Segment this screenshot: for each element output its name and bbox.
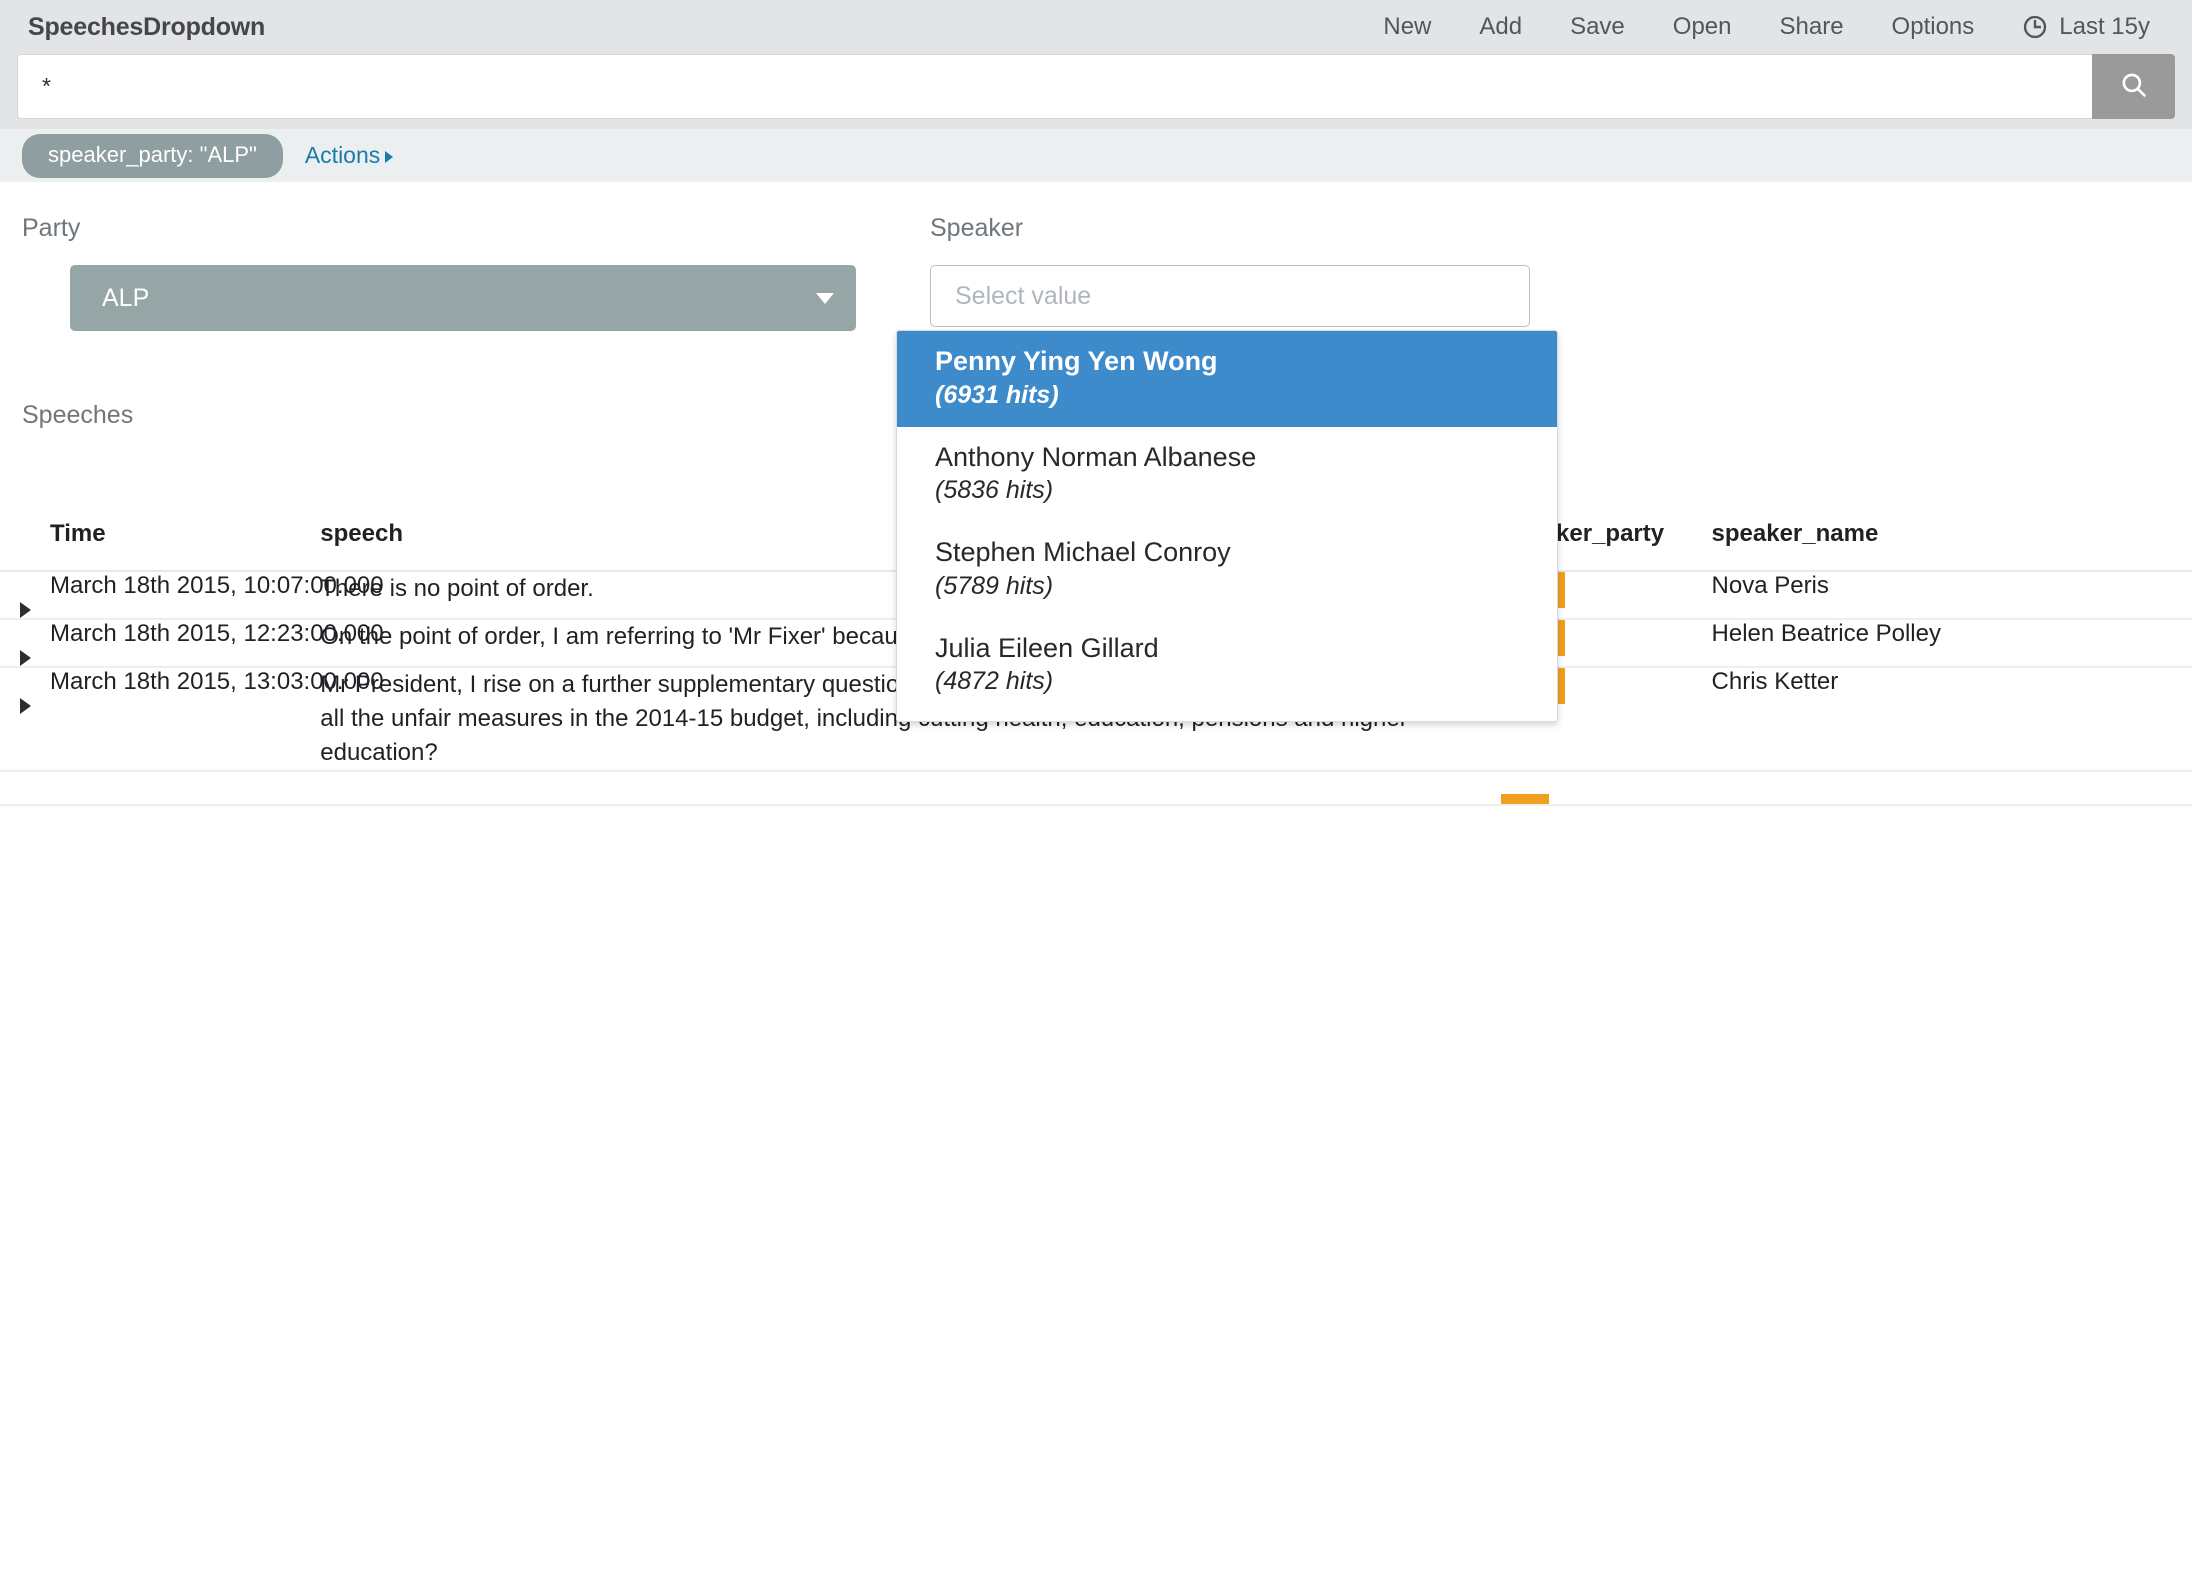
time-range-label: Last 15y: [2059, 13, 2150, 41]
actions-label: Actions: [305, 142, 380, 169]
table-header-expand: [0, 510, 50, 571]
row-time: [50, 771, 320, 805]
chevron-right-icon: [385, 151, 393, 163]
speaker-option-hits: (4872 hits): [935, 665, 1519, 697]
nav-item-new[interactable]: New: [1359, 13, 1455, 41]
row-time: March 18th 2015, 10:07:00.000: [50, 571, 320, 619]
row-speaker-name: Helen Beatrice Polley: [1712, 619, 2192, 667]
speaker-option-name: Stephen Michael Conroy: [935, 535, 1519, 570]
row-speaker-name: Chris Ketter: [1712, 667, 2192, 771]
chevron-down-icon: [816, 293, 834, 304]
nav-item-options[interactable]: Options: [1868, 13, 1999, 41]
row-party-cell: [1501, 771, 1711, 805]
expand-row-icon[interactable]: [20, 602, 31, 618]
speaker-option-name: Julia Eileen Gillard: [935, 631, 1519, 666]
row-expand-cell[interactable]: [0, 667, 50, 771]
speaker-control: Speaker Penny Ying Yen Wong (6931 hits) …: [930, 214, 1530, 331]
speaker-option-1[interactable]: Anthony Norman Albanese (5836 hits): [897, 427, 1557, 523]
expand-row-icon[interactable]: [20, 650, 31, 666]
table-header-speaker-name[interactable]: speaker_name: [1712, 510, 2192, 571]
app-header: SpeechesDropdown New Add Save Open Share…: [0, 0, 2192, 54]
search-icon: [2119, 70, 2149, 103]
nav-item-add[interactable]: Add: [1455, 13, 1546, 41]
speaker-input[interactable]: [930, 265, 1530, 327]
status-badge-clipped: [1501, 794, 1549, 804]
table-row-partial[interactable]: [0, 771, 2192, 805]
expand-row-icon[interactable]: [20, 698, 31, 714]
nav-item-open[interactable]: Open: [1649, 13, 1756, 41]
time-range-picker[interactable]: Last 15y: [1998, 13, 2164, 41]
party-control: Party ALP: [0, 214, 930, 331]
clock-icon: [2022, 14, 2048, 40]
speaker-label: Speaker: [930, 214, 1530, 243]
filter-pill-speaker-party[interactable]: speaker_party: "ALP": [22, 134, 283, 178]
row-speaker-name: Nova Peris: [1712, 571, 2192, 619]
row-speech: [320, 771, 1501, 805]
app-title: SpeechesDropdown: [28, 13, 265, 42]
speaker-option-hits: (6931 hits): [935, 379, 1519, 411]
party-label: Party: [22, 214, 930, 243]
main-content: Party ALP Speaker Penny Ying Yen Wong (6…: [0, 182, 2192, 1586]
row-time: March 18th 2015, 12:23:00.000: [50, 619, 320, 667]
search-bar: [0, 54, 2192, 129]
row-expand-cell: [0, 771, 50, 805]
party-selected-value: ALP: [102, 284, 816, 313]
speaker-option-3[interactable]: Julia Eileen Gillard (4872 hits): [897, 618, 1557, 714]
speaker-option-0[interactable]: Penny Ying Yen Wong (6931 hits): [897, 331, 1557, 427]
controls-row: Party ALP Speaker Penny Ying Yen Wong (6…: [0, 182, 2192, 331]
actions-link[interactable]: Actions: [305, 142, 393, 169]
row-time: March 18th 2015, 13:03:00.000: [50, 667, 320, 771]
speaker-option-2[interactable]: Stephen Michael Conroy (5789 hits): [897, 522, 1557, 618]
row-expand-cell[interactable]: [0, 571, 50, 619]
row-speaker-name: [1712, 771, 2192, 805]
party-dropdown[interactable]: ALP: [70, 265, 856, 331]
speaker-option-hits: (5836 hits): [935, 474, 1519, 506]
table-header-time[interactable]: Time: [50, 510, 320, 571]
search-button[interactable]: [2092, 54, 2175, 119]
speaker-option-hits: (5789 hits): [935, 570, 1519, 602]
speaker-dropdown-list: Penny Ying Yen Wong (6931 hits) Anthony …: [896, 330, 1558, 722]
speaker-option-name: Penny Ying Yen Wong: [935, 344, 1519, 379]
row-expand-cell[interactable]: [0, 619, 50, 667]
header-nav-menu: New Add Save Open Share Options Last 15y: [1359, 13, 2164, 41]
speaker-option-4[interactable]: Ian William Macdonald (4611 hits): [897, 713, 1557, 722]
speaker-combobox: Penny Ying Yen Wong (6931 hits) Anthony …: [930, 265, 1530, 327]
filter-bar: speaker_party: "ALP" Actions: [0, 129, 2192, 182]
speaker-option-name: Anthony Norman Albanese: [935, 440, 1519, 475]
nav-item-share[interactable]: Share: [1756, 13, 1868, 41]
nav-item-save[interactable]: Save: [1546, 13, 1649, 41]
search-input[interactable]: [17, 54, 2092, 119]
